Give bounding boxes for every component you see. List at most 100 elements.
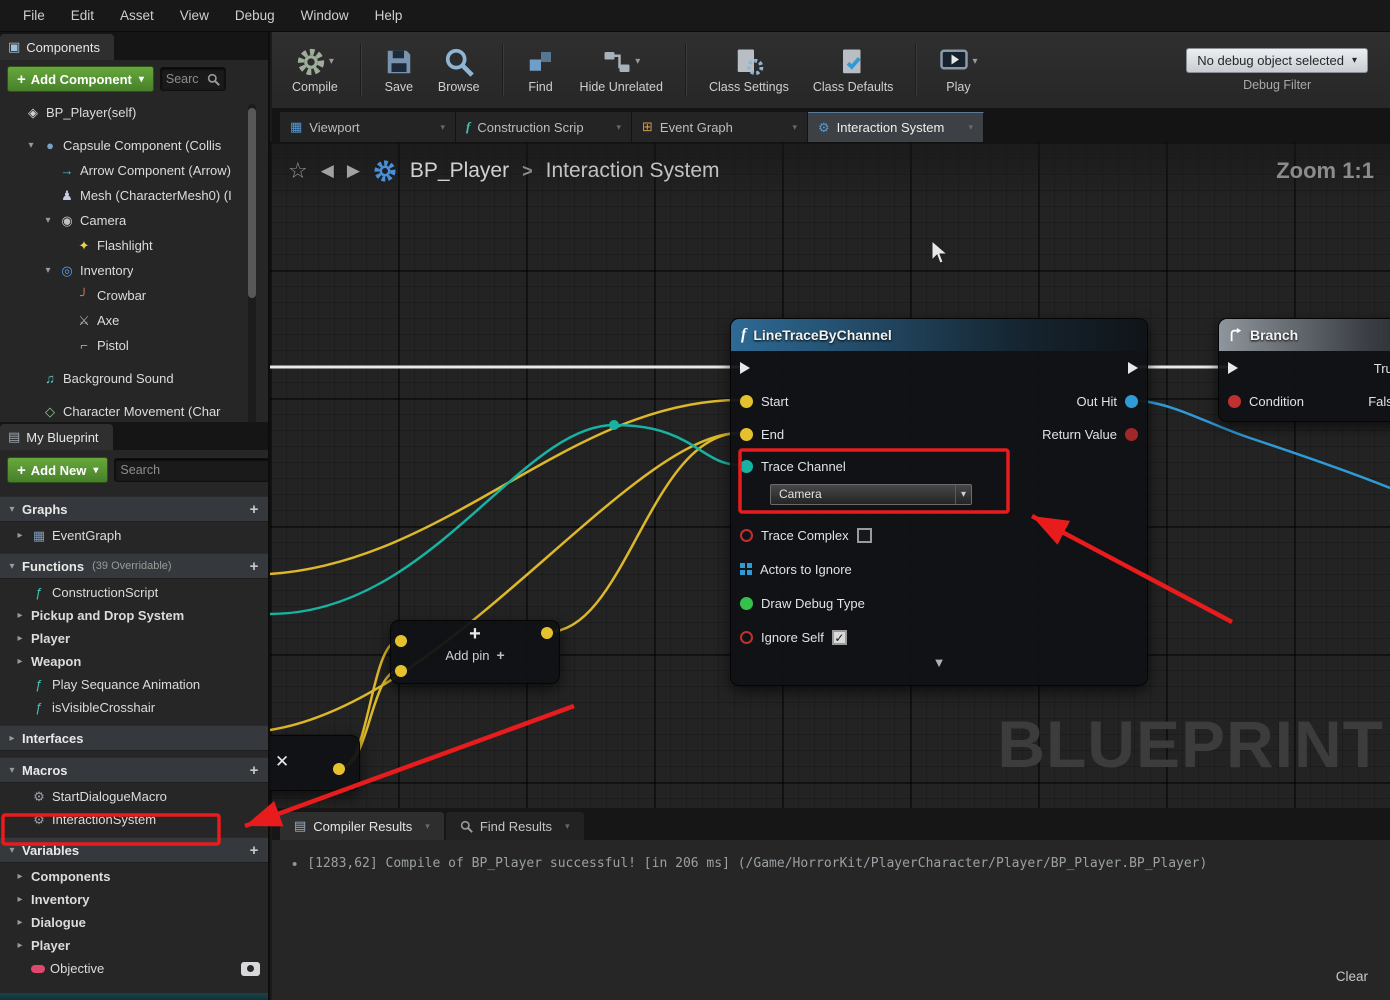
trace-channel-pin[interactable] [740,459,753,473]
blueprint-item-startdialoguemacro[interactable]: ⚙ StartDialogueMacro [0,785,268,808]
breadcrumb-page[interactable]: Interaction System [546,159,720,183]
components-scrollbar[interactable] [248,104,256,444]
node-header[interactable]: Branch [1219,319,1390,351]
component-item-bp-player-self[interactable]: ◈ BP_Player(self) [0,100,268,125]
blueprint-item-dialogue[interactable]: ▸ Dialogue [0,911,268,934]
component-item-flashlight[interactable]: ✦ Flashlight [0,233,268,258]
blueprint-item-pickup-and-drop-system[interactable]: ▸ Pickup and Drop System [0,604,268,627]
expander-icon[interactable]: ▾ [25,140,37,151]
favorite-star-icon[interactable]: ☆ [288,158,308,184]
debug-object-select[interactable]: No debug object selected ▾ [1186,48,1368,73]
condition-pin[interactable] [1228,395,1241,408]
add-functions-button[interactable]: + [246,558,262,575]
input-pin[interactable] [395,635,407,647]
expander-icon[interactable]: ▾ [6,561,18,572]
component-item-axe[interactable]: ⚔ Axe [0,308,268,333]
browse-button[interactable]: Browse [428,43,490,98]
component-item-capsule-component-collis[interactable]: ▾ ● Capsule Component (Collis [0,133,268,158]
expander-icon[interactable]: ▾ [6,765,18,776]
tab-viewport[interactable]: ▦ Viewport ▾ [280,112,456,142]
component-item-mesh-charactermesh0-i[interactable]: ♟ Mesh (CharacterMesh0) (I [0,183,268,208]
tab-interaction-system[interactable]: ⚙ Interaction System ▾ [808,112,984,142]
return-value-pin[interactable] [1125,428,1138,441]
blueprint-item-weapon[interactable]: ▸ Weapon [0,650,268,673]
exec-in-pin[interactable] [740,362,750,374]
expander-icon[interactable]: ▸ [14,871,26,882]
tab-compiler-results[interactable]: ▤ Compiler Results ▾ [280,812,444,840]
component-item-inventory[interactable]: ▾ ◎ Inventory [0,258,268,283]
add-variables-button[interactable]: + [246,842,262,859]
expander-icon[interactable]: ▸ [14,530,26,541]
start-pin[interactable] [740,395,753,408]
blueprint-item-isvisiblecrosshair[interactable]: ƒ isVisibleCrosshair [0,696,268,719]
close-icon[interactable]: ✕ [275,752,289,772]
section-header-functions[interactable]: ▾ Functions (39 Overridable) + [0,553,268,579]
blueprint-item-inventory[interactable]: ▸ Inventory [0,888,268,911]
class-defaults-button[interactable]: Class Defaults [803,43,904,98]
components-search-input[interactable] [165,72,203,86]
draw-debug-type-pin[interactable] [740,596,753,610]
find-button[interactable]: Find [516,43,566,98]
add-graphs-button[interactable]: + [246,501,262,518]
back-arrow-icon[interactable]: ◀ [321,161,334,181]
blueprint-item-eventgraph[interactable]: ▸ ▦ EventGraph [0,524,268,547]
component-item-crowbar[interactable]: ╯ Crowbar [0,283,268,308]
blueprint-item-objective[interactable]: Objective [0,957,268,980]
ignore-self-pin[interactable] [740,631,753,644]
visibility-toggle[interactable] [241,961,260,976]
output-pin[interactable] [333,763,345,775]
add-component-button[interactable]: + Add Component ▾ [7,66,154,92]
out-hit-pin[interactable] [1125,395,1138,408]
play-button[interactable]: ▾ Play [929,43,987,98]
blueprint-item-components[interactable]: ▸ Components [0,865,268,888]
component-item-background-sound[interactable]: ♫ Background Sound [0,366,268,391]
trace-complex-checkbox[interactable] [856,528,872,543]
expander-icon[interactable]: ▾ [6,504,18,515]
add-pin-button[interactable]: + [496,647,504,663]
menu-item-view[interactable]: View [167,0,222,32]
section-header-graphs[interactable]: ▾ Graphs + [0,496,268,522]
expander-icon[interactable]: ▾ [42,265,54,276]
actors-to-ignore-pin[interactable] [740,563,752,575]
my-blueprint-search-input[interactable] [120,463,268,477]
blueprint-item-constructionscript[interactable]: ƒ ConstructionScript [0,581,268,604]
add-pin-plus-icon[interactable]: + [391,621,559,647]
chevron-down-icon[interactable]: ▾ [329,56,334,67]
menu-item-asset[interactable]: Asset [107,0,167,32]
component-item-camera[interactable]: ▾ ◉ Camera [0,208,268,233]
class-settings-button[interactable]: Class Settings [699,43,799,98]
output-pin[interactable] [541,627,553,639]
blueprint-item-interactionsystem[interactable]: ⚙ InteractionSystem [0,808,268,831]
section-header-macros[interactable]: ▾ Macros + [0,757,268,783]
graph-canvas[interactable]: BLUEPRINT ☆ ◀ ▶ BP_Player > Interaction … [270,142,1390,808]
add-new-button[interactable]: + Add New ▾ [7,457,109,483]
section-header-variables[interactable]: ▾ Variables + [0,837,268,863]
add-macros-button[interactable]: + [246,762,262,779]
expander-icon[interactable]: ▸ [14,656,26,667]
forward-arrow-icon[interactable]: ▶ [347,161,360,181]
breadcrumb-asset[interactable]: BP_Player [410,159,509,183]
ignore-self-checkbox[interactable]: ✓ [831,630,847,645]
hide-unrelated-button[interactable]: ▾ Hide Unrelated [570,43,673,98]
menu-item-debug[interactable]: Debug [222,0,288,32]
component-item-arrow-component-arrow[interactable]: → Arrow Component (Arrow) [0,158,268,183]
exec-out-pin[interactable] [1128,362,1138,374]
menu-item-window[interactable]: Window [288,0,362,32]
tab-event-graph[interactable]: ⊞ Event Graph ▾ [632,112,808,142]
section-header-interfaces[interactable]: ▸ Interfaces [0,725,268,751]
expander-icon[interactable]: ▾ [42,215,54,226]
expander-icon[interactable]: ▸ [14,917,26,928]
blueprint-item-play-sequance-animation[interactable]: ƒ Play Sequance Animation [0,673,268,696]
node-branch[interactable]: Branch True Condition False [1218,318,1390,422]
trace-channel-dropdown[interactable]: Camera ▾ [770,483,972,505]
menu-item-help[interactable]: Help [362,0,416,32]
end-pin[interactable] [740,428,753,441]
chevron-down-icon[interactable]: ▾ [635,56,640,67]
component-item-pistol[interactable]: ⌐ Pistol [0,333,268,358]
menu-item-edit[interactable]: Edit [58,0,107,32]
exec-in-pin[interactable] [1228,362,1238,374]
tab-construction-script[interactable]: f Construction Scrip ▾ [456,112,632,142]
expander-icon[interactable]: ▸ [14,633,26,644]
tab-find-results[interactable]: Find Results ▾ [445,812,584,840]
component-item-character-movement-char[interactable]: ◇ Character Movement (Char [0,399,268,424]
